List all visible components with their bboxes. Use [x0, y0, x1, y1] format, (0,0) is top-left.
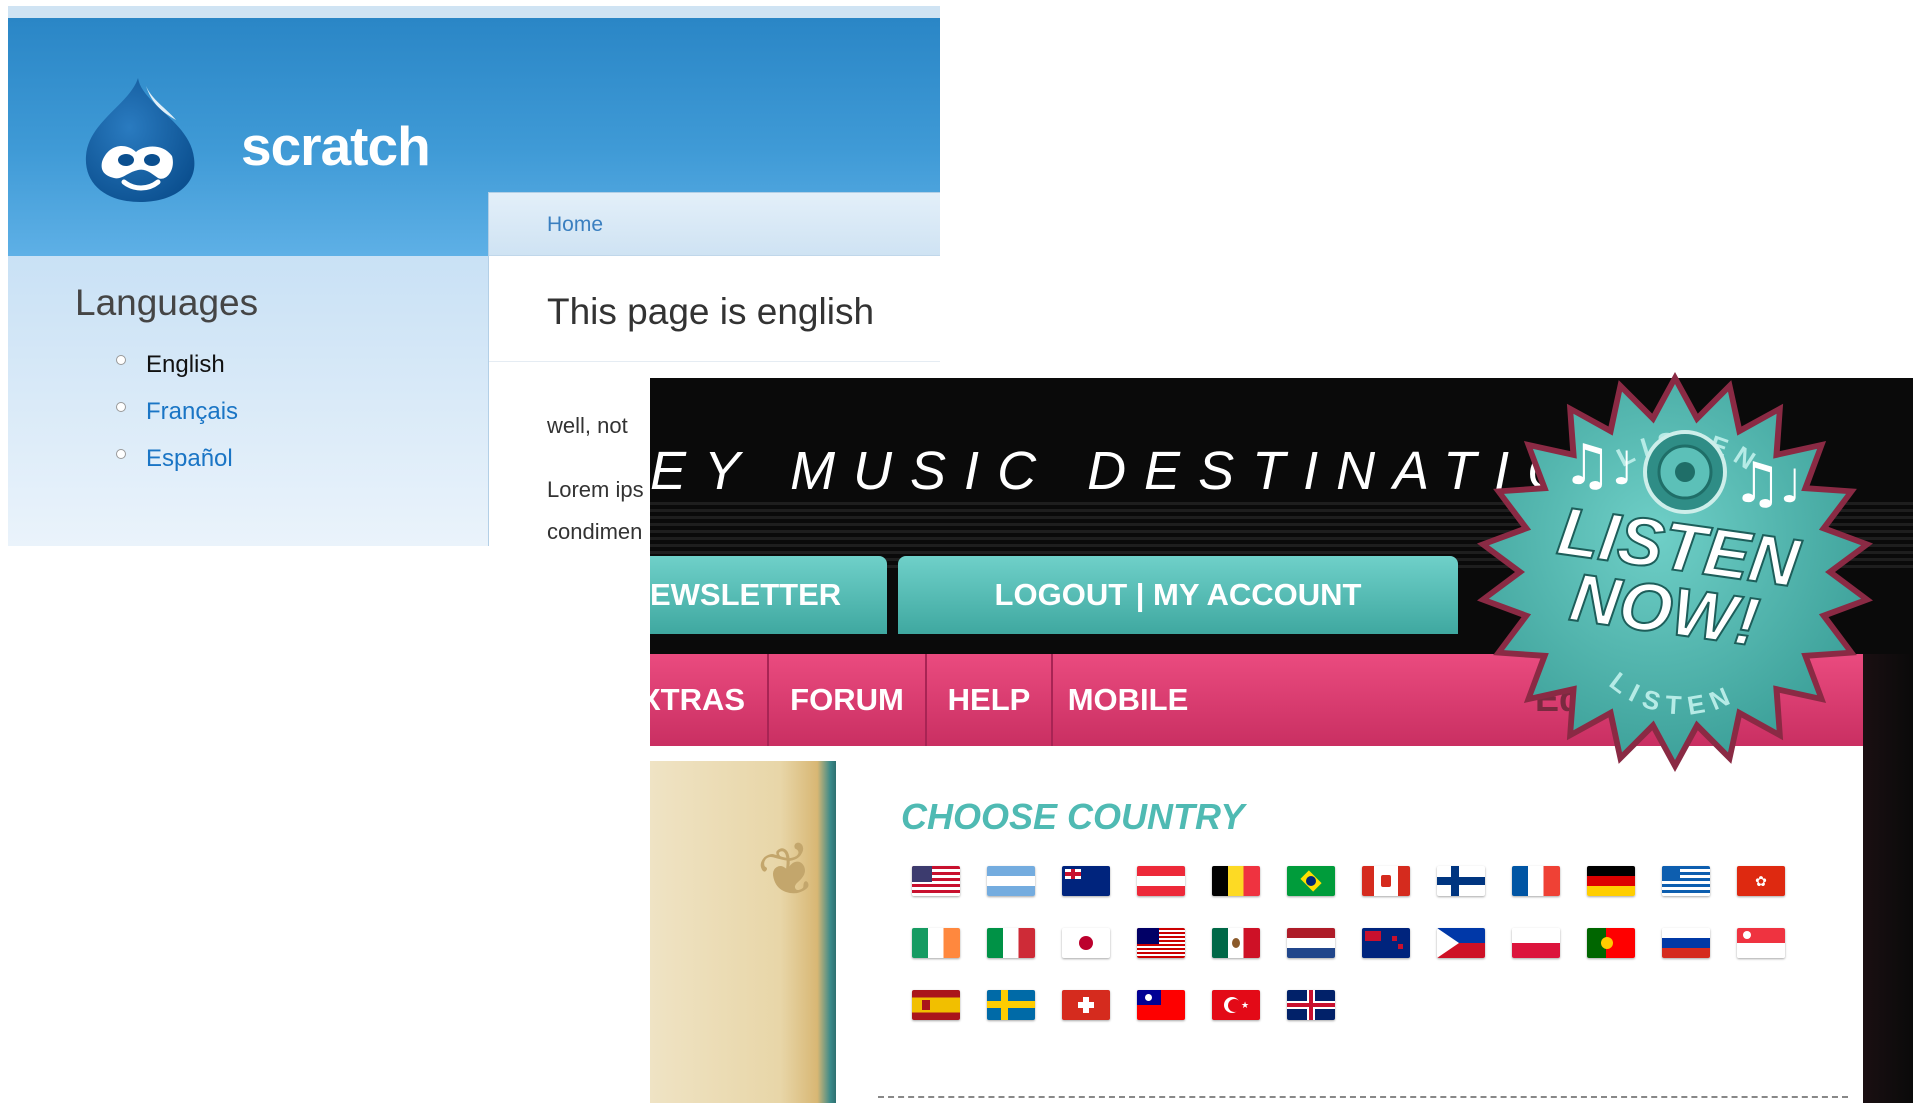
nav-item-forum[interactable]: FORUM: [769, 654, 927, 746]
body-paragraph: well, not: [547, 413, 628, 438]
flag-finland-icon[interactable]: [1437, 866, 1485, 896]
country-content-area: ❦ CHOOSE COUNTRY ✿ ★: [650, 746, 1863, 1103]
svg-text:♫: ♫: [1732, 451, 1782, 516]
svg-text:♩: ♩: [1780, 459, 1802, 513]
listen-now-badge[interactable]: LISTEN LISTEN ♫ ♩ ♫ ♩ LISTEN NOW!: [1470, 372, 1880, 772]
language-item-espanol[interactable]: Español: [116, 445, 238, 492]
flag-canada-icon[interactable]: [1362, 866, 1410, 896]
svg-text:♩: ♩: [1612, 441, 1634, 495]
languages-block-title: Languages: [75, 282, 259, 323]
speaker-icon: [1643, 430, 1727, 514]
flag-philippines-icon[interactable]: [1437, 928, 1485, 958]
flag-australia-icon[interactable]: [1062, 866, 1110, 896]
language-link-english[interactable]: English: [146, 351, 225, 378]
flag-singapore-icon[interactable]: [1737, 928, 1785, 958]
divider: [489, 361, 940, 362]
flag-belgium-icon[interactable]: [1212, 866, 1260, 896]
flag-france-icon[interactable]: [1512, 866, 1560, 896]
language-item-english[interactable]: English: [116, 351, 238, 398]
flag-portugal-icon[interactable]: [1587, 928, 1635, 958]
flag-russia-icon[interactable]: [1662, 928, 1710, 958]
choose-country-heading: CHOOSE COUNTRY: [901, 796, 1245, 837]
decorative-side-panel: ❦: [650, 761, 836, 1103]
top-strip: [8, 6, 940, 18]
site-name[interactable]: scratch: [241, 114, 431, 178]
flag-ireland-icon[interactable]: [912, 928, 960, 958]
nav-item-mobile[interactable]: MOBILE: [1053, 654, 1203, 746]
country-flag-grid: ✿ ★: [912, 866, 1812, 1020]
flag-argentina-icon[interactable]: [987, 866, 1035, 896]
flag-hong-kong-icon[interactable]: ✿: [1737, 866, 1785, 896]
nav-item-help[interactable]: HELP: [927, 654, 1053, 746]
flag-taiwan-icon[interactable]: [1137, 990, 1185, 1020]
flag-usa-icon[interactable]: [912, 866, 960, 896]
language-link-francais[interactable]: Français: [146, 398, 238, 425]
flag-united-kingdom-icon[interactable]: [1287, 990, 1335, 1020]
flag-italy-icon[interactable]: [987, 928, 1035, 958]
bullet-icon: [116, 402, 126, 412]
flag-malaysia-icon[interactable]: [1137, 928, 1185, 958]
flag-mexico-icon[interactable]: [1212, 928, 1260, 958]
flag-new-zealand-icon[interactable]: [1362, 928, 1410, 958]
flag-japan-icon[interactable]: [1062, 928, 1110, 958]
newsletter-tab[interactable]: EWSLETTER: [650, 556, 887, 634]
flag-switzerland-icon[interactable]: [1062, 990, 1110, 1020]
drupal-drop-logo-icon[interactable]: [80, 74, 200, 204]
language-item-francais[interactable]: Français: [116, 398, 238, 445]
logout-my-account-tab[interactable]: LOGOUT | MY ACCOUNT: [898, 556, 1458, 634]
breadcrumb-home-link[interactable]: Home: [547, 213, 603, 237]
nav-item-extras[interactable]: XTRAS: [650, 654, 769, 746]
flag-austria-icon[interactable]: [1137, 866, 1185, 896]
flag-turkey-icon[interactable]: ★: [1212, 990, 1260, 1020]
flag-netherlands-icon[interactable]: [1287, 928, 1335, 958]
flag-germany-icon[interactable]: [1587, 866, 1635, 896]
page-body: well, not Lorem ips condimen: [547, 405, 644, 546]
svg-text:♫: ♫: [1562, 433, 1612, 498]
flag-sweden-icon[interactable]: [987, 990, 1035, 1020]
leaf-ornament-icon: ❦: [748, 825, 831, 919]
bullet-icon: [116, 355, 126, 365]
bullet-icon: [116, 449, 126, 459]
body-line: condimen: [547, 519, 643, 544]
languages-block: Languages English Français Español: [8, 256, 488, 546]
dashed-divider: [878, 1096, 1848, 1098]
body-line: Lorem ips: [547, 477, 644, 502]
language-link-espanol[interactable]: Español: [146, 445, 233, 472]
flag-greece-icon[interactable]: [1662, 866, 1710, 896]
flag-poland-icon[interactable]: [1512, 928, 1560, 958]
page-title: This page is english: [547, 291, 875, 332]
language-list: English Français Español: [116, 351, 238, 492]
flag-brazil-icon[interactable]: [1287, 866, 1335, 896]
flag-spain-icon[interactable]: [912, 990, 960, 1020]
